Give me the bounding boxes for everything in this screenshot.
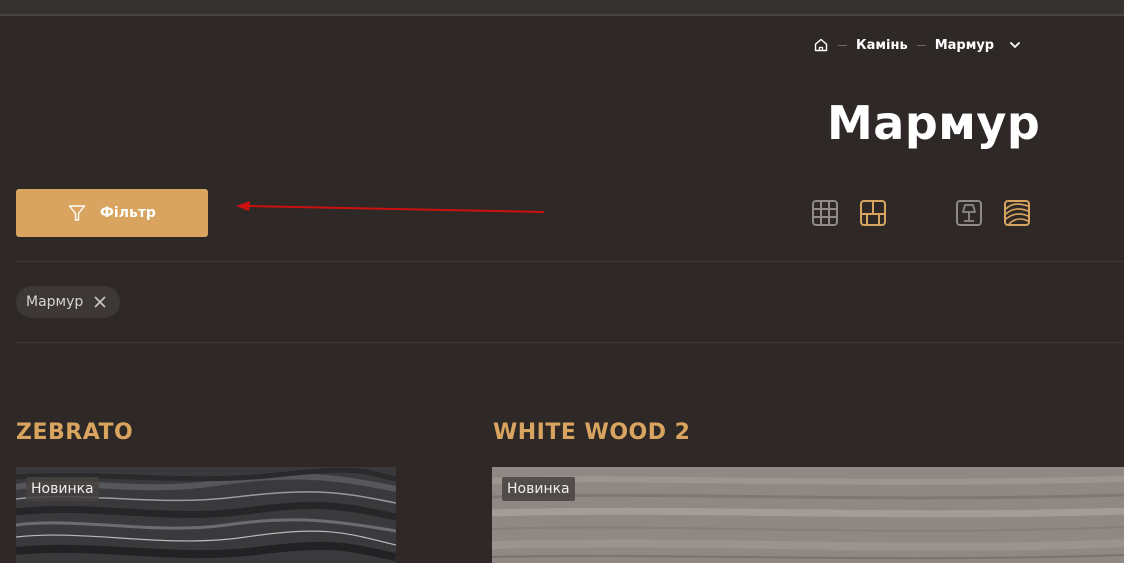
page-title: Мармур [827,96,1041,150]
filter-funnel-icon [68,205,86,221]
product-title-white-wood-2[interactable]: WHITE WOOD 2 [493,420,690,445]
active-filter-label: Мармур [26,294,84,310]
new-badge: Новинка [502,477,575,501]
close-icon[interactable] [94,296,106,308]
wood-texture-icon[interactable] [1003,199,1031,227]
breadcrumb-separator [838,44,847,46]
annotation-arrow [236,201,545,213]
chevron-down-icon[interactable] [1008,38,1022,52]
new-badge: Новинка [26,477,99,501]
top-bar [0,0,1124,16]
breadcrumb: Камінь Мармур [813,36,1022,54]
product-image-white-wood-2[interactable]: Новинка [492,467,1124,563]
divider [16,342,1124,343]
divider [16,261,1124,262]
filter-button-label: Фільтр [100,205,156,221]
breadcrumb-item-marble[interactable]: Мармур [935,38,994,53]
home-icon[interactable] [813,37,829,53]
layout-icon[interactable] [859,199,887,227]
filter-button[interactable]: Фільтр [16,189,208,237]
active-filter-chip: Мармур [16,286,120,318]
grid-icon[interactable] [811,199,839,227]
breadcrumb-separator [916,44,926,46]
product-title-zebrato[interactable]: ZEBRATO [16,420,133,445]
lamp-icon[interactable] [955,199,983,227]
breadcrumb-item-stone[interactable]: Камінь [856,38,908,53]
white-wood-texture [492,467,1124,563]
page: Камінь Мармур Мармур Фільтр Мармур ZEBRA… [0,0,1124,563]
product-image-zebrato[interactable]: Новинка [16,467,396,563]
